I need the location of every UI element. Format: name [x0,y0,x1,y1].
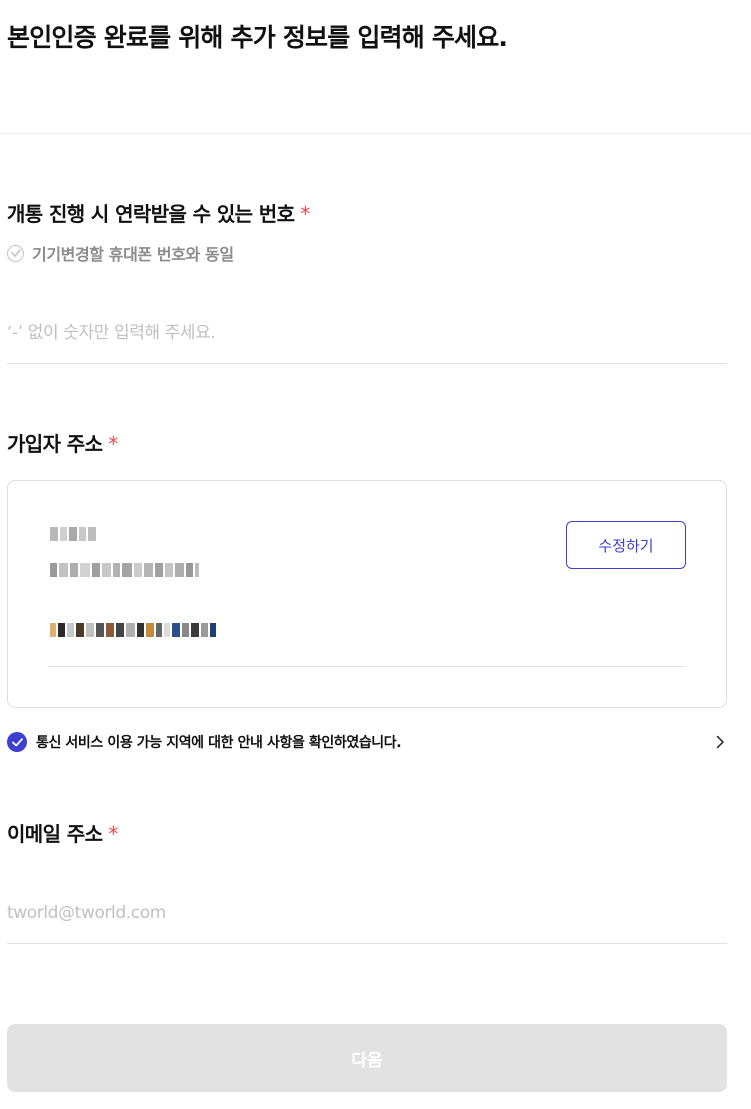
same-as-device-label: 기기변경할 휴대폰 번호와 동일 [32,245,234,264]
service-area-notice-text: 통신 서비스 이용 가능 지역에 대한 안내 사항을 확인하였습니다. [36,735,402,751]
edit-address-button[interactable]: 수정하기 [566,521,686,569]
address-card: 수정하기 [7,480,727,708]
check-circle-filled-icon[interactable] [7,732,27,752]
street-address-redacted [50,561,199,579]
service-area-notice[interactable]: 통신 서비스 이용 가능 지역에 대한 안내 사항을 확인하였습니다. [7,731,725,753]
phone-number-input[interactable] [7,302,727,364]
contact-number-label-text: 개통 진행 시 연락받을 수 있는 번호 [7,202,295,226]
check-circle-icon [7,244,24,262]
header-divider [0,133,751,134]
email-input[interactable] [7,882,727,944]
address-label-text: 가입자 주소 [7,432,103,456]
email-label-text: 이메일 주소 [7,822,103,846]
required-mark: * [108,432,118,456]
contact-number-label: 개통 진행 시 연락받을 수 있는 번호 * [7,198,310,227]
chevron-right-icon[interactable] [716,735,725,749]
postal-code-redacted [50,525,96,543]
next-button[interactable]: 다음 [7,1024,727,1092]
address-card-divider [48,666,686,667]
required-mark: * [108,822,118,846]
page-title: 본인인증 완료를 위해 추가 정보를 입력해 주세요. [7,23,508,52]
email-label: 이메일 주소 * [7,818,118,847]
same-as-device-checkbox[interactable]: 기기변경할 휴대폰 번호와 동일 [7,241,234,265]
required-mark: * [300,202,310,226]
detail-address-redacted [50,621,216,639]
address-label: 가입자 주소 * [7,428,118,457]
